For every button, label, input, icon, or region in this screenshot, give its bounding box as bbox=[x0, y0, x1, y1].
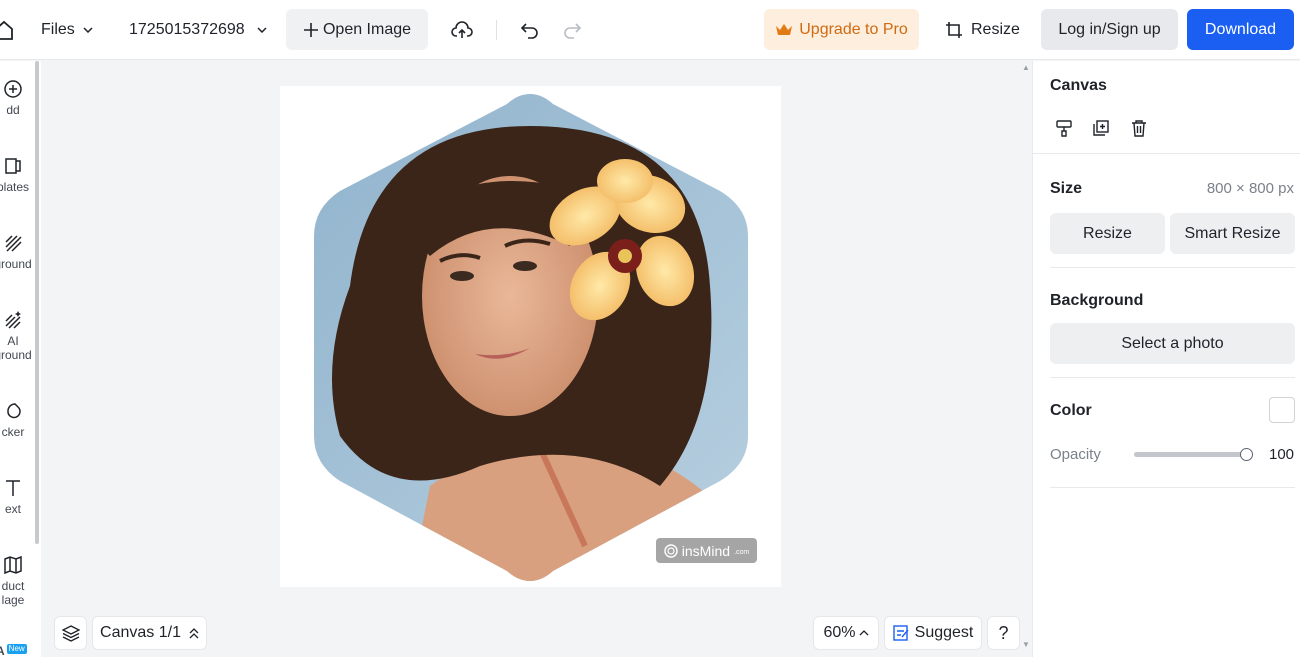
redo-icon[interactable] bbox=[562, 19, 582, 39]
open-image-label: Open Image bbox=[322, 20, 412, 38]
login-signup-button[interactable]: Log in/Sign up bbox=[1041, 9, 1178, 50]
scroll-down-arrow[interactable]: ▼ bbox=[1022, 640, 1030, 649]
text-icon bbox=[6, 480, 20, 496]
sidebar-item-label: cker bbox=[1, 425, 25, 439]
crown-icon bbox=[776, 23, 793, 35]
file-name-menu[interactable]: 1725015372698 bbox=[129, 18, 267, 42]
background-section-title: Background bbox=[1050, 292, 1144, 309]
chevron-down-icon bbox=[257, 27, 267, 33]
sidebar-item-ai-text[interactable]: A New bbox=[0, 644, 36, 657]
new-badge: New bbox=[6, 644, 27, 654]
hexagon-photo[interactable] bbox=[280, 86, 781, 587]
sidebar-item-label: plates bbox=[0, 180, 30, 194]
panel-divider bbox=[1050, 377, 1295, 378]
zoom-button[interactable]: 60% bbox=[813, 616, 879, 650]
size-value: 800 × 800 px bbox=[1206, 180, 1294, 197]
canvas-pager-button[interactable]: Canvas 1/1 bbox=[92, 616, 207, 650]
cloud-save-icon[interactable] bbox=[451, 19, 473, 41]
upgrade-to-pro-button[interactable]: Upgrade to Pro bbox=[764, 9, 919, 50]
left-sidebar: dd plates ground AI ground cker ext duct… bbox=[0, 61, 41, 657]
plus-circle-icon bbox=[4, 80, 22, 98]
delete-icon[interactable] bbox=[1130, 119, 1148, 142]
sidebar-item-label: dd bbox=[6, 103, 20, 117]
design-canvas[interactable]: insMind .com bbox=[280, 86, 781, 587]
select-photo-button[interactable]: Select a photo bbox=[1050, 323, 1295, 364]
crop-icon bbox=[946, 22, 962, 38]
opacity-label: Opacity bbox=[1050, 446, 1101, 463]
sidebar-item-templates[interactable]: plates bbox=[0, 156, 40, 194]
select-photo-label: Select a photo bbox=[1121, 334, 1224, 352]
layers-button[interactable] bbox=[54, 616, 87, 650]
top-toolbar: Files 1725015372698 Open Image Upgrade t… bbox=[0, 0, 1300, 60]
open-image-button[interactable]: Open Image bbox=[286, 9, 428, 50]
sidebar-item-background[interactable]: ground bbox=[0, 233, 40, 271]
opacity-slider[interactable] bbox=[1134, 448, 1253, 461]
insmind-logo-icon bbox=[664, 543, 678, 558]
suggest-label: Suggest bbox=[914, 624, 974, 641]
suggest-button[interactable]: Suggest bbox=[884, 616, 982, 650]
background-icon bbox=[5, 235, 22, 252]
templates-icon bbox=[5, 158, 21, 174]
sidebar-item-label: AI ground bbox=[0, 334, 32, 362]
double-chevron-up-icon bbox=[189, 628, 199, 639]
sidebar-item-ai-background[interactable]: AI ground bbox=[0, 310, 40, 362]
suggest-icon bbox=[892, 625, 909, 641]
undo-icon[interactable] bbox=[520, 19, 540, 39]
sidebar-item-label: ext bbox=[4, 502, 21, 516]
sidebar-item-text[interactable]: ext bbox=[0, 478, 40, 516]
file-name: 1725015372698 bbox=[129, 21, 245, 38]
help-label: ? bbox=[998, 622, 1009, 643]
chevron-up-icon bbox=[859, 630, 868, 636]
opacity-slider-fill bbox=[1134, 452, 1246, 457]
panel-divider bbox=[1033, 153, 1300, 154]
resize-panel-button[interactable]: Resize bbox=[1050, 213, 1165, 254]
sticker-icon bbox=[7, 403, 21, 419]
duplicate-icon[interactable] bbox=[1092, 119, 1110, 142]
sidebar-item-sticker[interactable]: cker bbox=[0, 401, 40, 439]
sidebar-item-label: duct lage bbox=[1, 579, 25, 607]
upgrade-label: Upgrade to Pro bbox=[799, 20, 908, 38]
resize-button[interactable]: Resize bbox=[945, 18, 1020, 42]
resize-label: Resize bbox=[971, 21, 1020, 38]
canvas-section-title: Canvas bbox=[1050, 77, 1107, 94]
panel-divider bbox=[1050, 267, 1295, 268]
files-menu-button[interactable]: Files bbox=[41, 18, 93, 42]
color-swatch[interactable] bbox=[1269, 397, 1295, 423]
zoom-value: 60% bbox=[823, 624, 856, 641]
opacity-slider-thumb[interactable] bbox=[1240, 448, 1253, 461]
watermark-suffix: .com bbox=[734, 549, 750, 556]
home-icon[interactable] bbox=[0, 19, 14, 41]
copy-style-icon[interactable] bbox=[1055, 119, 1073, 142]
properties-panel: Canvas Size 800 × 800 px Resize Smart Re… bbox=[1032, 61, 1300, 657]
size-section-title: Size bbox=[1050, 180, 1083, 197]
sidebar-scrollbar[interactable] bbox=[35, 61, 39, 544]
help-button[interactable]: ? bbox=[987, 616, 1020, 650]
sidebar-item-label: ground bbox=[0, 257, 32, 271]
watermark-text: insMind bbox=[681, 542, 731, 559]
canvas-pager-label: Canvas 1/1 bbox=[100, 624, 181, 641]
download-label: Download bbox=[1204, 20, 1277, 38]
files-label: Files bbox=[41, 21, 75, 38]
sidebar-item-add[interactable]: dd bbox=[0, 71, 40, 117]
product-collage-icon bbox=[4, 555, 22, 575]
ai-text-icon: A bbox=[0, 644, 5, 657]
sidebar-item-product-collage[interactable]: duct lage bbox=[0, 555, 40, 607]
login-label: Log in/Sign up bbox=[1058, 20, 1161, 38]
resize-panel-label: Resize bbox=[1083, 224, 1132, 242]
toolbar-divider bbox=[496, 20, 497, 40]
opacity-value: 100 bbox=[1269, 446, 1295, 463]
smart-resize-label: Smart Resize bbox=[1184, 224, 1281, 242]
chevron-down-icon bbox=[83, 27, 93, 33]
smart-resize-button[interactable]: Smart Resize bbox=[1170, 213, 1295, 254]
color-section-title: Color bbox=[1050, 402, 1092, 419]
download-button[interactable]: Download bbox=[1187, 9, 1294, 50]
watermark: insMind .com bbox=[656, 538, 757, 563]
scroll-up-arrow[interactable]: ▲ bbox=[1022, 63, 1030, 72]
panel-divider bbox=[1050, 487, 1295, 488]
ai-background-icon bbox=[5, 311, 21, 329]
layers-icon bbox=[61, 625, 80, 642]
plus-icon bbox=[303, 22, 318, 37]
